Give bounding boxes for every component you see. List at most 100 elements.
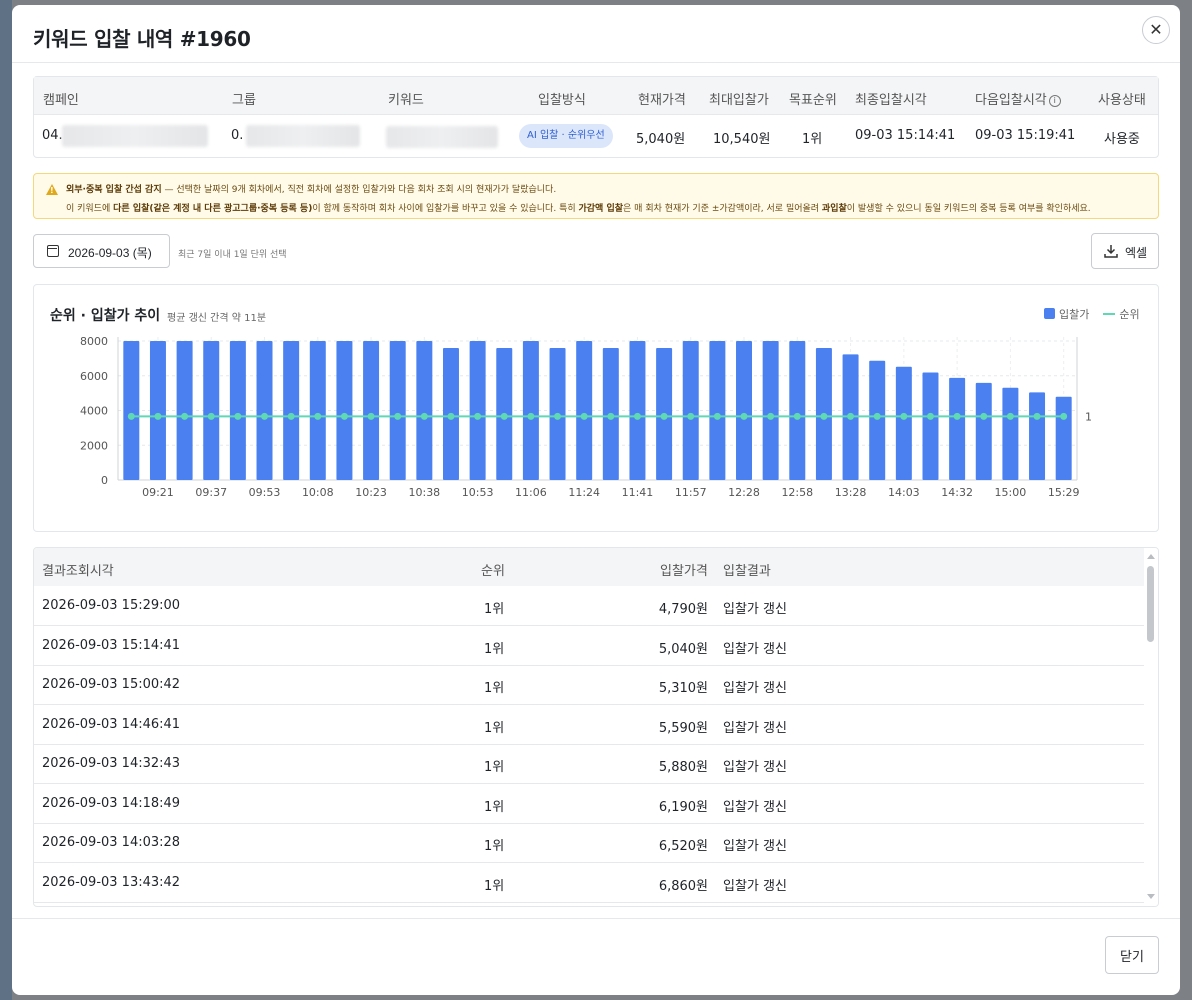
header-status: 사용상태 <box>1098 93 1146 108</box>
x-tick-label: 10:08 <box>302 486 334 499</box>
warning-line-1: 외부·중복 입찰 간섭 감지 — 선택한 날짜의 9개 회차에서, 직전 회차에… <box>66 185 557 195</box>
rank-point <box>154 412 162 420</box>
modal-header: 키워드 입찰 내역 #1960 ✕ <box>12 5 1180 63</box>
y-tick-label: 6000 <box>80 370 108 383</box>
row-rank: 1위 <box>484 878 505 894</box>
bar <box>922 372 939 480</box>
rank-point <box>181 412 189 420</box>
bar <box>416 341 433 480</box>
row-result: 입찰가 갱신 <box>723 878 787 894</box>
row-result: 입찰가 갱신 <box>723 641 787 657</box>
bid-history-modal: 키워드 입찰 내역 #1960 ✕ 캠페인 그룹 키워드 입찰방식 현재가격 최… <box>12 5 1180 995</box>
scroll-down-arrow-icon[interactable] <box>1147 894 1155 899</box>
calendar-icon <box>47 245 59 257</box>
next-bid-time-value: 09-03 15:19:41 <box>975 128 1076 143</box>
table-row: 2026-09-03 14:03:28 1위 6,520원 입찰가 갱신 <box>34 823 1144 863</box>
x-tick-label: 10:53 <box>462 486 494 499</box>
excel-label: 엑셀 <box>1125 246 1148 260</box>
bar <box>522 341 539 480</box>
bar <box>203 341 220 480</box>
table-row: 2026-09-03 13:43:42 1위 6,860원 입찰가 갱신 <box>34 863 1144 903</box>
table-row: 2026-09-03 14:32:43 1위 5,880원 입찰가 갱신 <box>34 744 1144 784</box>
bar <box>789 341 806 480</box>
bar <box>736 341 753 480</box>
rank-point <box>1060 412 1068 420</box>
row-price: 5,880원 <box>658 760 708 775</box>
bar <box>363 341 380 480</box>
row-rank: 1위 <box>484 760 505 775</box>
bar <box>682 341 699 480</box>
x-tick-label: 14:32 <box>941 486 973 499</box>
row-rank: 1위 <box>484 839 505 854</box>
row-price: 5,310원 <box>658 681 708 696</box>
y-tick-label: 0 <box>101 474 108 487</box>
x-tick-label: 14:03 <box>888 486 920 499</box>
x-tick-label: 09:37 <box>195 486 227 499</box>
table-row: 2026-09-03 15:29:00 1위 4,790원 입찰가 갱신 <box>34 586 1144 626</box>
warning-icon <box>46 184 58 195</box>
bar <box>762 341 779 480</box>
rank-point <box>261 412 269 420</box>
rank-point <box>713 412 721 420</box>
bar <box>469 341 486 480</box>
redacted-campaign <box>62 125 208 147</box>
rank-point <box>527 412 535 420</box>
row-price: 5,040원 <box>658 641 708 657</box>
rank-point <box>820 412 828 420</box>
last-bid-time-value: 09-03 15:14:41 <box>855 128 956 143</box>
x-tick-label: 12:58 <box>781 486 813 499</box>
row-time: 2026-09-03 14:32:43 <box>42 756 181 771</box>
history-header-row: 결과조회시각 순위 입찰가격 입찰결과 <box>34 548 1144 586</box>
row-result: 입찰가 갱신 <box>723 602 787 617</box>
row-time: 2026-09-03 14:18:49 <box>42 795 181 811</box>
rank-point <box>580 412 588 420</box>
rank-point <box>687 412 695 420</box>
selected-date: 2026-09-03 (목) <box>68 246 152 260</box>
rank-point <box>127 412 135 420</box>
x-tick-label: 15:29 <box>1048 486 1080 499</box>
modal-title: 키워드 입찰 내역 #1960 <box>33 27 251 51</box>
rank-point <box>367 412 375 420</box>
scroll-up-arrow-icon[interactable] <box>1147 554 1155 559</box>
group-value: 0. <box>231 128 244 143</box>
row-rank: 1위 <box>484 681 505 696</box>
x-tick-label: 15:00 <box>995 486 1027 499</box>
max-bid-value: 10,540원 <box>713 132 771 147</box>
row-time: 2026-09-03 14:03:28 <box>42 835 181 850</box>
header-current-price: 현재가격 <box>638 93 686 108</box>
date-hint: 최근 7일 이내 1일 단위 선택 <box>178 250 287 260</box>
close-icon-button[interactable]: ✕ <box>1142 16 1170 44</box>
rank-point <box>847 412 855 420</box>
bar <box>283 341 300 480</box>
rank-point <box>447 412 455 420</box>
header-bid-price: 입찰가격 <box>660 564 708 579</box>
history-scrollbar[interactable] <box>1144 548 1158 906</box>
rank-tick-label: 1 <box>1085 410 1092 423</box>
rank-point <box>660 412 668 420</box>
header-campaign: 캠페인 <box>43 93 79 108</box>
date-picker-button[interactable]: 2026-09-03 (목) <box>33 234 170 268</box>
rank-point <box>633 412 641 420</box>
bar <box>389 341 406 480</box>
table-row: 2026-09-03 15:00:42 1위 5,310원 입찰가 갱신 <box>34 665 1144 705</box>
y-tick-label: 2000 <box>80 439 108 452</box>
scroll-thumb[interactable] <box>1147 566 1154 642</box>
bar <box>975 382 992 480</box>
info-icon[interactable]: i <box>1048 95 1061 107</box>
rank-point <box>287 412 295 420</box>
header-target-rank: 목표순위 <box>789 93 837 108</box>
row-time: 2026-09-03 15:29:00 <box>42 598 181 613</box>
close-button[interactable]: 닫기 <box>1105 936 1159 974</box>
keyword-summary-table: 캠페인 그룹 키워드 입찰방식 현재가격 최대입찰가 목표순위 최종입찰시각 다… <box>33 76 1159 158</box>
x-tick-label: 10:38 <box>408 486 440 499</box>
table-row: 2026-09-03 15:14:41 1위 5,040원 입찰가 갱신 <box>34 626 1144 666</box>
bid-method-badge: AI 입찰 · 순위우선 <box>519 124 613 148</box>
warning-line-2: 이 키워드에 다른 입찰(같은 계정 내 다른 광고그룹·중복 등록 등)이 함… <box>66 204 1091 214</box>
modal-footer: 닫기 <box>12 918 1180 995</box>
backdrop <box>0 0 12 1000</box>
bar <box>309 341 326 480</box>
excel-download-button[interactable]: 엑셀 <box>1091 233 1159 269</box>
header-max-bid: 최대입찰가 <box>709 93 769 108</box>
header-rank: 순위 <box>481 564 505 579</box>
bar <box>1055 396 1072 480</box>
